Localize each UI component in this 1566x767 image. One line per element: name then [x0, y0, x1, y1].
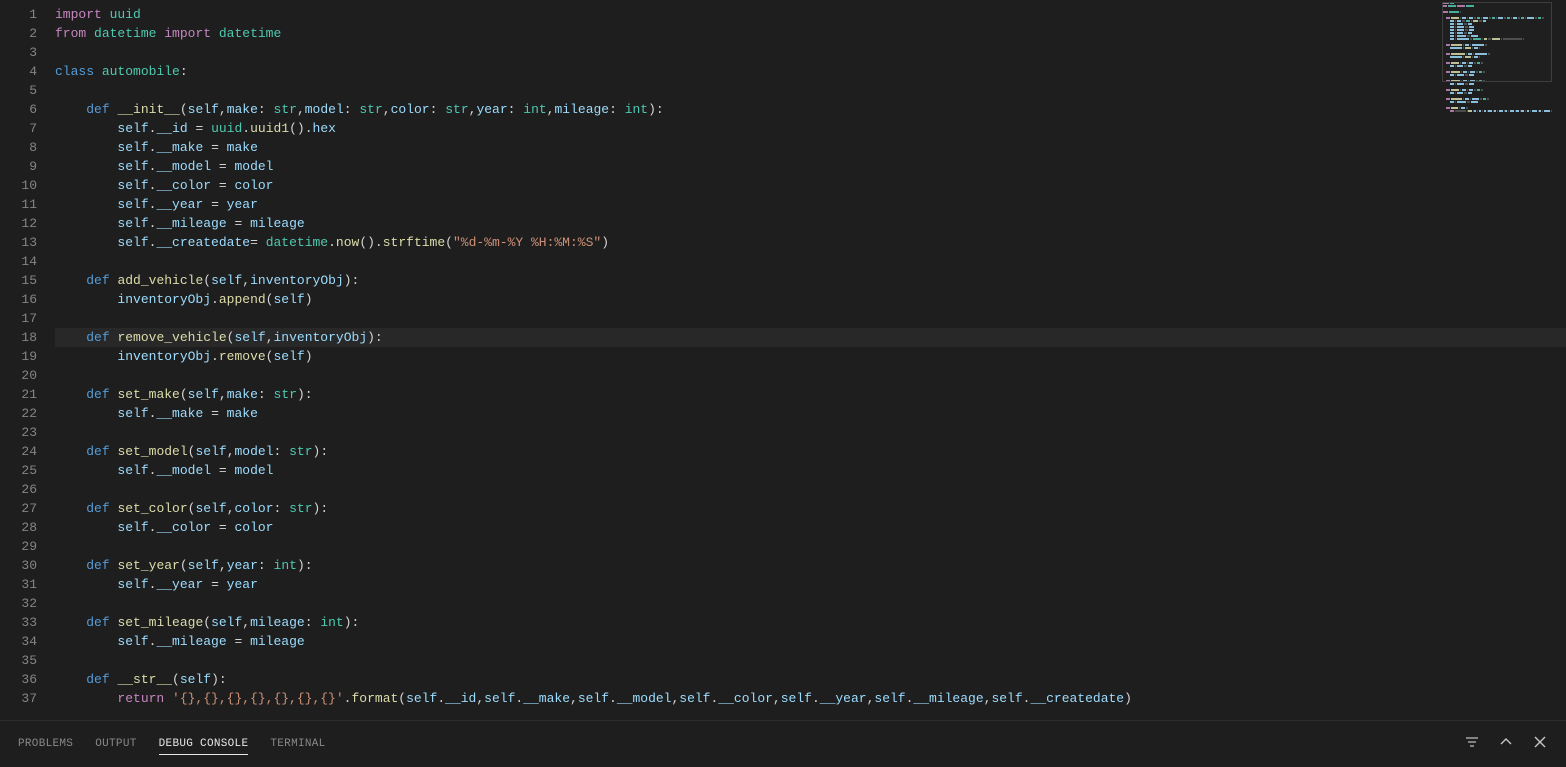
line-number[interactable]: 15 — [0, 271, 37, 290]
code-line[interactable]: def set_year(self,year: int): — [55, 556, 1566, 575]
line-number[interactable]: 18 — [0, 328, 37, 347]
code-line[interactable] — [55, 309, 1566, 328]
code-line[interactable]: self.__createdate= datetime.now().strfti… — [55, 233, 1566, 252]
code-line[interactable]: self.__mileage = mileage — [55, 214, 1566, 233]
code-line[interactable]: def set_model(self,model: str): — [55, 442, 1566, 461]
code-line[interactable] — [55, 366, 1566, 385]
line-number[interactable]: 24 — [0, 442, 37, 461]
line-number[interactable]: 19 — [0, 347, 37, 366]
code-line[interactable]: self.__model = model — [55, 157, 1566, 176]
line-number[interactable]: 9 — [0, 157, 37, 176]
code-line[interactable]: class automobile: — [55, 62, 1566, 81]
code-line[interactable]: def add_vehicle(self,inventoryObj): — [55, 271, 1566, 290]
line-number-gutter[interactable]: 1234567891011121314151617181920212223242… — [0, 0, 55, 720]
line-number[interactable]: 32 — [0, 594, 37, 613]
code-line[interactable]: def set_mileage(self,mileage: int): — [55, 613, 1566, 632]
line-number[interactable]: 36 — [0, 670, 37, 689]
line-number[interactable]: 20 — [0, 366, 37, 385]
line-number[interactable]: 11 — [0, 195, 37, 214]
code-line[interactable]: def set_make(self,make: str): — [55, 385, 1566, 404]
line-number[interactable]: 21 — [0, 385, 37, 404]
line-number[interactable]: 26 — [0, 480, 37, 499]
line-number[interactable]: 28 — [0, 518, 37, 537]
line-number[interactable]: 35 — [0, 651, 37, 670]
code-line[interactable]: import uuid — [55, 5, 1566, 24]
line-number[interactable]: 10 — [0, 176, 37, 195]
code-line[interactable] — [55, 480, 1566, 499]
code-line[interactable]: def remove_vehicle(self,inventoryObj): — [55, 328, 1566, 347]
line-number[interactable]: 22 — [0, 404, 37, 423]
code-line[interactable]: def __str__(self): — [55, 670, 1566, 689]
line-number[interactable]: 33 — [0, 613, 37, 632]
panel-tabs: PROBLEMS OUTPUT DEBUG CONSOLE TERMINAL — [18, 734, 326, 755]
line-number[interactable]: 7 — [0, 119, 37, 138]
close-icon[interactable] — [1532, 734, 1548, 754]
line-number[interactable]: 37 — [0, 689, 37, 708]
line-number[interactable]: 2 — [0, 24, 37, 43]
line-number[interactable]: 31 — [0, 575, 37, 594]
code-line[interactable] — [55, 537, 1566, 556]
code-line[interactable] — [55, 423, 1566, 442]
code-line[interactable]: from datetime import datetime — [55, 24, 1566, 43]
code-line[interactable]: return '{},{},{},{},{},{},{}'.format(sel… — [55, 689, 1566, 708]
code-line[interactable]: inventoryObj.remove(self) — [55, 347, 1566, 366]
line-number[interactable]: 4 — [0, 62, 37, 81]
code-line[interactable]: def __init__(self,make: str,model: str,c… — [55, 100, 1566, 119]
line-number[interactable]: 34 — [0, 632, 37, 651]
line-number[interactable]: 23 — [0, 423, 37, 442]
panel-tab-debug-console[interactable]: DEBUG CONSOLE — [159, 734, 249, 755]
filter-icon[interactable] — [1464, 734, 1480, 754]
code-line[interactable]: self.__year = year — [55, 575, 1566, 594]
line-number[interactable]: 29 — [0, 537, 37, 556]
code-editor[interactable]: import uuidfrom datetime import datetime… — [55, 0, 1566, 720]
code-line[interactable] — [55, 81, 1566, 100]
bottom-panel: PROBLEMS OUTPUT DEBUG CONSOLE TERMINAL — [0, 720, 1566, 767]
code-line[interactable]: self.__make = make — [55, 138, 1566, 157]
panel-tab-problems[interactable]: PROBLEMS — [18, 734, 73, 755]
line-number[interactable]: 5 — [0, 81, 37, 100]
line-number[interactable]: 1 — [0, 5, 37, 24]
panel-tab-output[interactable]: OUTPUT — [95, 734, 136, 755]
line-number[interactable]: 17 — [0, 309, 37, 328]
code-line[interactable]: self.__id = uuid.uuid1().hex — [55, 119, 1566, 138]
code-line[interactable] — [55, 651, 1566, 670]
code-line[interactable]: self.__color = color — [55, 176, 1566, 195]
line-number[interactable]: 14 — [0, 252, 37, 271]
line-number[interactable]: 8 — [0, 138, 37, 157]
code-line[interactable]: self.__mileage = mileage — [55, 632, 1566, 651]
code-line[interactable]: inventoryObj.append(self) — [55, 290, 1566, 309]
code-line[interactable] — [55, 43, 1566, 62]
code-line[interactable]: self.__year = year — [55, 195, 1566, 214]
code-line[interactable]: self.__make = make — [55, 404, 1566, 423]
chevron-up-icon[interactable] — [1498, 734, 1514, 754]
panel-tab-terminal[interactable]: TERMINAL — [270, 734, 325, 755]
line-number[interactable]: 30 — [0, 556, 37, 575]
code-line[interactable] — [55, 594, 1566, 613]
line-number[interactable]: 25 — [0, 461, 37, 480]
line-number[interactable]: 27 — [0, 499, 37, 518]
line-number[interactable]: 12 — [0, 214, 37, 233]
code-line[interactable]: self.__color = color — [55, 518, 1566, 537]
code-line[interactable]: def set_color(self,color: str): — [55, 499, 1566, 518]
panel-actions — [1464, 734, 1548, 754]
code-line[interactable]: self.__model = model — [55, 461, 1566, 480]
code-line[interactable] — [55, 252, 1566, 271]
line-number[interactable]: 16 — [0, 290, 37, 309]
line-number[interactable]: 3 — [0, 43, 37, 62]
editor-container: 1234567891011121314151617181920212223242… — [0, 0, 1566, 720]
line-number[interactable]: 13 — [0, 233, 37, 252]
line-number[interactable]: 6 — [0, 100, 37, 119]
